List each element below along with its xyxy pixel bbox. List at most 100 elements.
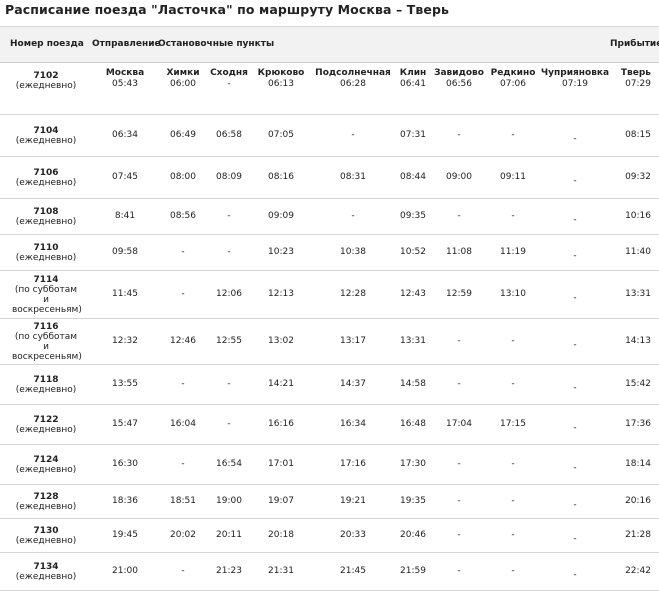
no-stop-dash: - [457, 566, 461, 576]
time-cell-чуприяновка: - [540, 199, 610, 235]
time-cell-тверь: 11:40 [610, 235, 659, 271]
time-value: 20:18 [268, 530, 294, 540]
time-value: 06:00 [170, 79, 196, 89]
time-cell-тверь: 08:15 [610, 115, 659, 157]
train-cell: 7122 (ежедневно) [0, 405, 92, 445]
table-row: 7104 (ежедневно) 06:34 06:49 06:58 07:05 - 07:3… [0, 115, 659, 157]
header-stops: Остановочные пункты [158, 39, 275, 49]
time-cell-подсолнечная: - [312, 199, 394, 235]
time-cell-редкино: - [486, 199, 540, 235]
time-cell-сходня: 16:54 [208, 445, 250, 485]
table-row: 7118 (ежедневно) 13:55 - - 14:21 14:37 14:58 - - -… [0, 365, 659, 405]
train-frequency: (ежедневно) [15, 464, 77, 475]
no-stop-dash: - [457, 379, 461, 389]
time-cell-завидово: Завидово 06:56 [432, 63, 486, 115]
time-cell-москва: 13:55 [92, 365, 158, 405]
station-name: Крюково [257, 68, 305, 78]
time-value: 12:46 [170, 336, 196, 346]
time-value: 11:08 [446, 247, 472, 257]
no-stop-dash: - [511, 130, 515, 140]
time-value: 08:56 [170, 211, 196, 221]
train-number: 7134 [33, 561, 59, 572]
no-stop-dash: - [573, 340, 577, 350]
station-name: Тверь [620, 68, 651, 78]
train-frequency: (ежедневно) [15, 135, 77, 146]
time-cell-тверь: 14:13 [610, 319, 659, 365]
time-cell-химки: - [158, 271, 208, 319]
time-cell-сходня: - [208, 365, 250, 405]
time-cell-сходня: - [208, 405, 250, 445]
time-value: 14:58 [400, 379, 426, 389]
time-cell-подсолнечная: Подсолнечная 06:28 [312, 63, 394, 115]
time-cell-клин: 20:46 [394, 519, 432, 553]
no-stop-dash: - [227, 211, 231, 221]
time-cell-крюково: 12:13 [250, 271, 312, 319]
time-value: 08:31 [340, 172, 366, 182]
time-cell-подсолнечная: 20:33 [312, 519, 394, 553]
time-cell-завидово: - [432, 445, 486, 485]
time-value: 13:10 [500, 289, 526, 299]
time-cell-подсолнечная: 12:28 [312, 271, 394, 319]
no-stop-dash: - [573, 423, 577, 433]
time-value: 15:47 [112, 419, 138, 429]
time-cell-подсолнечная: 16:34 [312, 405, 394, 445]
no-stop-dash: - [511, 530, 515, 540]
time-cell-подсолнечная: 17:16 [312, 445, 394, 485]
time-cell-химки: - [158, 365, 208, 405]
time-value: 16:48 [400, 419, 426, 429]
header-departure: Отправление [92, 39, 161, 49]
time-cell-химки: 12:46 [158, 319, 208, 365]
no-stop-dash: - [573, 463, 577, 473]
schedule-page: Расписание поезда "Ласточка" по маршруту… [0, 0, 659, 591]
train-number: 7124 [33, 454, 59, 465]
header-train-number: Номер поезда [10, 39, 84, 49]
time-value: 07:29 [625, 79, 651, 89]
time-cell-москва: Москва 05:43 [92, 63, 158, 115]
table-row: 7102 (ежедневно) Москва 05:43 Химки 06:00 Сход… [0, 63, 659, 115]
time-cell-клин: 13:31 [394, 319, 432, 365]
time-cell-завидово: - [432, 365, 486, 405]
table-row: 7106 (ежедневно) 07:45 08:00 08:09 08:16 08:31… [0, 157, 659, 199]
time-value: 20:16 [625, 496, 651, 506]
time-cell-химки: 08:56 [158, 199, 208, 235]
time-value: 21:31 [268, 566, 294, 576]
time-value: 06:49 [170, 130, 196, 140]
train-cell: 7108 (ежедневно) [0, 199, 92, 235]
no-stop-dash: - [511, 566, 515, 576]
time-value: 17:15 [500, 419, 526, 429]
time-cell-тверь: 15:42 [610, 365, 659, 405]
no-stop-dash: - [573, 500, 577, 510]
train-cell: 7134 (ежедневно) [0, 553, 92, 591]
time-cell-клин: 16:48 [394, 405, 432, 445]
time-value: 09:11 [500, 172, 526, 182]
time-cell-клин: 14:58 [394, 365, 432, 405]
time-value: 09:32 [625, 172, 651, 182]
train-frequency: (ежедневно) [15, 81, 77, 91]
train-frequency: (по субботам и воскресеньям) [12, 284, 82, 315]
time-cell-крюково: 16:16 [250, 405, 312, 445]
time-cell-москва: 07:45 [92, 157, 158, 199]
time-cell-химки: - [158, 553, 208, 591]
no-stop-dash: - [573, 383, 577, 393]
train-number: 7118 [33, 374, 59, 385]
train-cell: 7116 (по субботам и воскресеньям) [0, 319, 92, 365]
table-row: 7114 (по субботам и воскресеньям) 11:45 - 12… [0, 271, 659, 319]
time-value: 18:14 [625, 459, 651, 469]
no-stop-dash: - [227, 419, 231, 429]
time-cell-сходня: Сходня - [208, 63, 250, 115]
time-value: 12:43 [400, 289, 426, 299]
time-cell-клин: 21:59 [394, 553, 432, 591]
schedule-table: Номер поезда Отправление Остановочные пу… [0, 26, 659, 591]
time-cell-химки: 06:49 [158, 115, 208, 157]
station-name: Сходня [210, 68, 248, 78]
time-cell-москва: 15:47 [92, 405, 158, 445]
no-stop-dash: - [573, 134, 577, 144]
time-cell-крюково: 08:16 [250, 157, 312, 199]
time-cell-чуприяновка: - [540, 271, 610, 319]
time-value: 18:36 [112, 496, 138, 506]
time-cell-тверь: 18:14 [610, 445, 659, 485]
time-cell-москва: 19:45 [92, 519, 158, 553]
table-header-row: Номер поезда Отправление Остановочные пу… [0, 26, 659, 63]
train-number: 7114 [33, 274, 59, 285]
train-cell: 7104 (ежедневно) [0, 115, 92, 157]
